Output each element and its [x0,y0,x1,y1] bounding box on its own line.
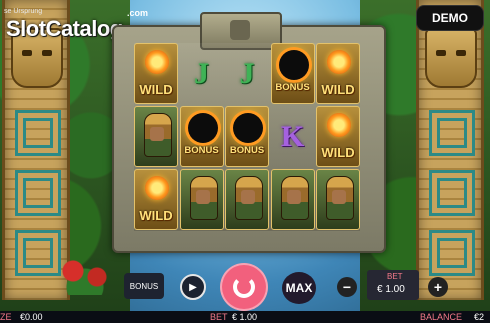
bet-box-value: € 1.00 [377,284,405,295]
symbol-label: BONUS [275,82,310,93]
max-bet-button[interactable]: MAX [282,272,316,304]
autoplay-button[interactable]: ▶ [180,274,206,300]
bonus-buy-button[interactable]: BONUS [124,273,164,299]
mask-face-icon [230,20,250,40]
increase-bet-button[interactable]: + [428,277,448,297]
reel-grid: WILD J J BONUS WILD BONUS BONUS K WILD WILD [134,43,360,231]
reel-symbol-warrior [316,169,360,230]
sun-icon [145,50,169,74]
play-icon: ▶ [189,281,197,293]
logo-text: SlotCatalog [6,16,123,41]
win-value: €0.00 [20,312,43,322]
bet-label: BET [210,312,228,322]
letter-symbol: J [194,56,209,90]
reel-symbol-warrior [179,169,224,230]
glyph-icon [429,110,475,156]
warrior-face-icon [286,190,301,204]
bet-value: € 1.00 [232,312,258,322]
reel-symbol-wild: WILD [316,106,360,167]
logo-domain: .com [126,8,148,18]
sun-icon [145,176,169,200]
symbol-label: WILD [321,82,355,97]
spin-icon [233,276,255,298]
reel-symbol-letter: K [271,106,315,167]
letter-symbol: J [239,56,255,90]
symbol-label: WILD [139,208,173,223]
reel-symbol-warrior [225,169,269,230]
logo-subtitle: se Ursprung [4,8,43,15]
control-bar: BONUS ▶ MAX − BET € 1.00 + [0,263,490,311]
balance-value: €2 [474,312,485,322]
bet-box-label: BET [387,272,403,281]
reel-symbol-bonus: BONUS [270,43,315,104]
balance-label: BALANCE [420,312,463,322]
reel-symbol-wild: WILD [134,43,178,104]
demo-button[interactable]: DEMO [416,5,484,31]
reel-symbol-warrior [134,106,178,167]
warrior-face-icon [241,190,255,204]
bet-display: BET € 1.00 [367,270,419,300]
glyph-icon [15,110,61,156]
reel-symbol-letter: J [225,43,269,104]
symbol-label: WILD [139,82,173,97]
reel-symbol-warrior [270,169,315,230]
warrior-face-icon [150,127,164,141]
reel-symbol-wild: WILD [316,43,360,104]
symbol-label: BONUS [184,145,219,156]
warrior-face-icon [195,190,210,204]
reel-symbol-bonus: BONUS [179,106,224,167]
sun-icon [327,50,351,74]
eclipse-icon [278,50,309,80]
status-bar: ZE €0.00 BET € 1.00 BALANCE €2 [0,311,490,323]
decrease-bet-button[interactable]: − [337,277,357,297]
reel-symbol-letter: J [180,43,224,104]
win-label: ZE [0,312,12,322]
glyph-icon [429,170,475,216]
letter-symbol: K [280,119,305,153]
reel-symbol-wild: WILD [134,169,178,230]
right-totem-pillar [416,0,484,300]
symbol-label: WILD [321,145,355,160]
spin-button[interactable] [222,265,266,309]
totem-face-icon [425,28,477,88]
warrior-face-icon [332,190,346,204]
eclipse-icon [233,113,263,143]
eclipse-icon [187,113,218,143]
sun-icon [327,113,351,137]
glyph-icon [15,170,61,216]
symbol-label: BONUS [229,145,265,156]
reel-symbol-bonus: BONUS [225,106,269,167]
